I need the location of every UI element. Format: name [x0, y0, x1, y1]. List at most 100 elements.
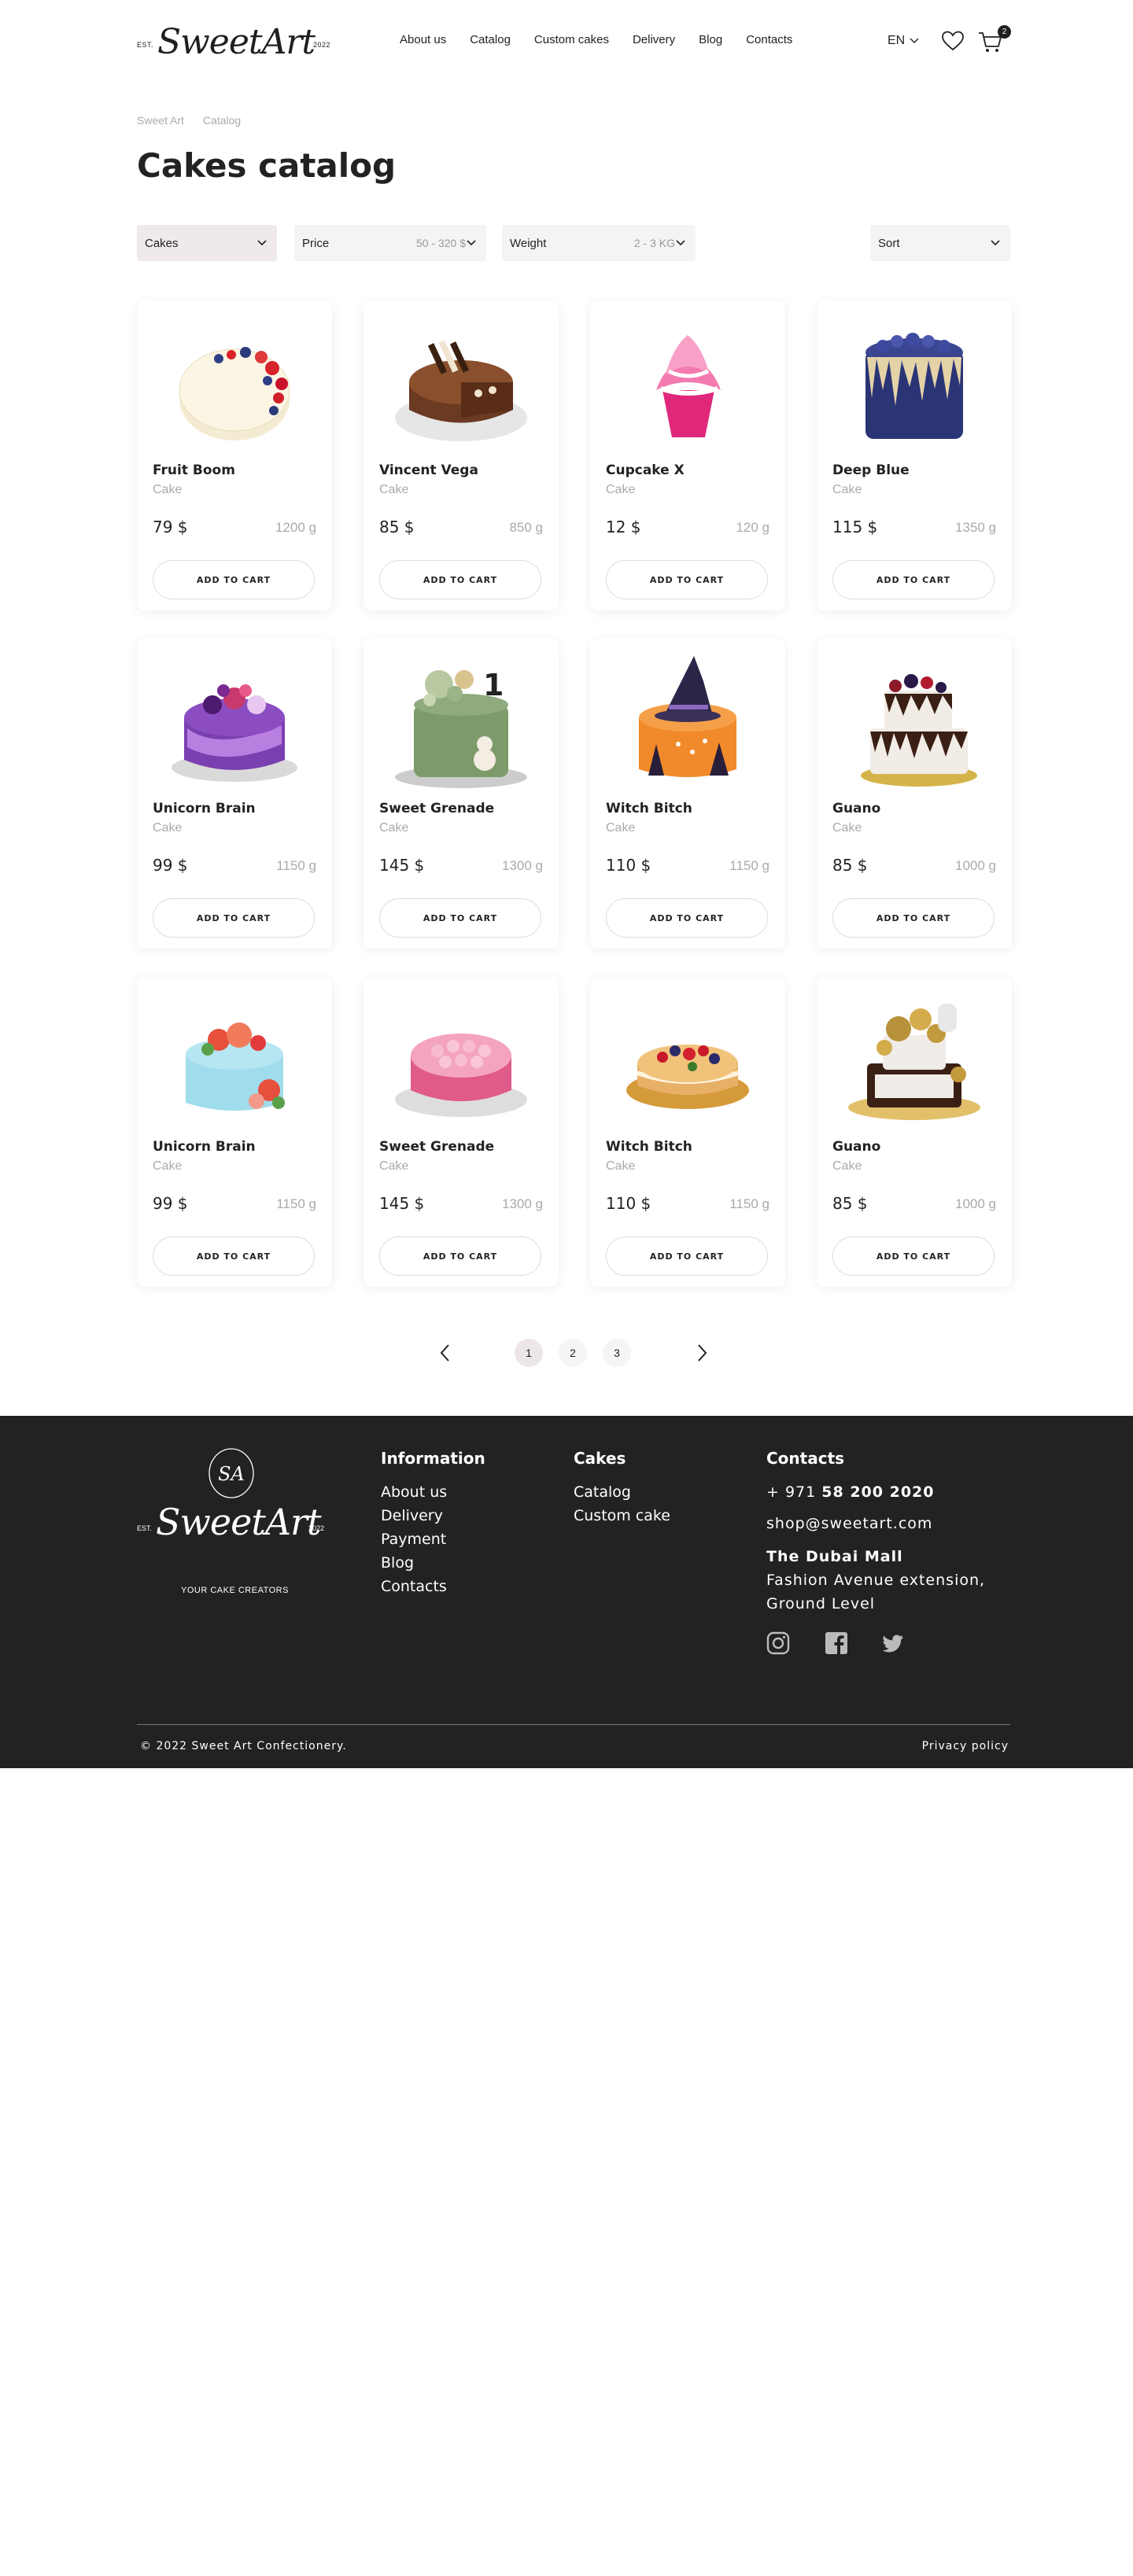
product-name[interactable]: Guano — [832, 1139, 880, 1155]
weight-filter[interactable]: Weight 2 - 3 KG — [502, 225, 696, 261]
add-to-cart-button[interactable]: ADD TO CART — [832, 560, 995, 599]
footer-link-blog[interactable]: Blog — [381, 1554, 414, 1572]
footer-address-line1: Fashion Avenue extension, — [766, 1572, 986, 1589]
product-card[interactable]: Witch Bitch Cake 110 $ 1150 g ADD TO CAR… — [590, 977, 785, 1287]
nav-delivery[interactable]: Delivery — [633, 33, 675, 46]
instagram-icon[interactable] — [766, 1631, 790, 1655]
nav-contacts[interactable]: Contacts — [746, 33, 792, 46]
page-title: Cakes catalog — [137, 146, 397, 185]
product-name[interactable]: Unicorn Brain — [153, 801, 256, 816]
product-card[interactable]: Witch Bitch Cake 110 $ 1150 g ADD TO CAR… — [590, 639, 785, 949]
product-image[interactable] — [843, 988, 985, 1130]
product-image[interactable] — [390, 311, 532, 453]
product-name[interactable]: Cupcake X — [606, 463, 685, 478]
add-to-cart-button[interactable]: ADD TO CART — [606, 560, 768, 599]
product-card[interactable]: Vincent Vega Cake 85 $ 850 g ADD TO CART — [364, 300, 559, 610]
logo[interactable]: EST. SweetArt 2022 — [137, 22, 330, 63]
add-to-cart-button[interactable]: ADD TO CART — [153, 560, 315, 599]
footer-link-delivery[interactable]: Delivery — [381, 1507, 443, 1524]
language-selector[interactable]: EN — [888, 34, 919, 48]
product-name[interactable]: Sweet Grenade — [379, 801, 494, 816]
product-card[interactable]: Cupcake X Cake 12 $ 120 g ADD TO CART — [590, 300, 785, 610]
nav-custom-cakes[interactable]: Custom cakes — [534, 33, 609, 46]
chevron-left-icon[interactable] — [436, 1342, 455, 1364]
product-weight: 1000 g — [955, 858, 996, 873]
footer-phone[interactable]: + 971 58 200 2020 — [766, 1483, 935, 1501]
page-number-1[interactable]: 1 — [515, 1339, 543, 1367]
product-image[interactable] — [164, 311, 305, 453]
product-image[interactable]: 1 — [390, 650, 532, 791]
product-weight: 120 g — [736, 520, 769, 535]
product-name[interactable]: Deep Blue — [832, 463, 910, 478]
product-type: Cake — [153, 1159, 183, 1173]
product-name[interactable]: Guano — [832, 801, 880, 816]
product-name[interactable]: Sweet Grenade — [379, 1139, 494, 1155]
product-card[interactable]: Guano Cake 85 $ 1000 g ADD TO CART — [817, 639, 1012, 949]
add-to-cart-button[interactable]: ADD TO CART — [379, 1236, 541, 1276]
chevron-right-icon[interactable] — [692, 1342, 711, 1364]
footer-place: The Dubai Mall — [766, 1548, 903, 1565]
product-weight: 1300 g — [502, 1196, 543, 1211]
product-type: Cake — [153, 821, 183, 835]
page-number-2[interactable]: 2 — [559, 1339, 587, 1367]
category-filter[interactable]: Cakes — [137, 225, 277, 261]
footer-link-payment[interactable]: Payment — [381, 1531, 446, 1548]
product-card[interactable]: Deep Blue Cake 115 $ 1350 g ADD TO CART — [817, 300, 1012, 610]
add-to-cart-button[interactable]: ADD TO CART — [832, 898, 995, 938]
product-weight: 1150 g — [729, 1196, 769, 1211]
privacy-policy-link[interactable]: Privacy policy — [922, 1740, 1009, 1752]
breadcrumb-catalog[interactable]: Catalog — [203, 114, 241, 127]
add-to-cart-button[interactable]: ADD TO CART — [379, 560, 541, 599]
product-image[interactable] — [164, 988, 305, 1130]
product-image[interactable] — [617, 988, 758, 1130]
product-card[interactable]: 1 Sweet Grenade Cake 145 $ 1300 g ADD TO… — [364, 639, 559, 949]
product-price: 145 $ — [379, 856, 425, 875]
footer-email[interactable]: shop@sweetart.com — [766, 1515, 932, 1532]
product-weight: 1350 g — [955, 520, 996, 535]
product-image[interactable] — [390, 988, 532, 1130]
product-name[interactable]: Witch Bitch — [606, 801, 692, 816]
add-to-cart-button[interactable]: ADD TO CART — [153, 1236, 315, 1276]
footer-link-contacts[interactable]: Contacts — [381, 1578, 447, 1595]
nav-blog[interactable]: Blog — [699, 33, 722, 46]
add-to-cart-button[interactable]: ADD TO CART — [379, 898, 541, 938]
product-weight: 1150 g — [276, 1196, 316, 1211]
product-card[interactable]: Unicorn Brain Cake 99 $ 1150 g ADD TO CA… — [137, 977, 332, 1287]
product-image[interactable] — [843, 650, 985, 791]
product-image[interactable] — [617, 650, 758, 791]
footer-link-custom-cake[interactable]: Custom cake — [574, 1507, 670, 1524]
price-filter[interactable]: Price 50 - 320 $ — [294, 225, 486, 261]
product-name[interactable]: Witch Bitch — [606, 1139, 692, 1155]
footer-logo[interactable]: SA EST. SweetArt 2022 YOUR CAKE CREATORS — [137, 1447, 326, 1595]
svg-text:1: 1 — [483, 668, 504, 702]
product-card[interactable]: Guano Cake 85 $ 1000 g ADD TO CART — [817, 977, 1012, 1287]
product-card[interactable]: Sweet Grenade Cake 145 $ 1300 g ADD TO C… — [364, 977, 559, 1287]
product-card[interactable]: Unicorn Brain Cake 99 $ 1150 g ADD TO CA… — [137, 639, 332, 949]
facebook-icon[interactable] — [825, 1631, 848, 1655]
add-to-cart-button[interactable]: ADD TO CART — [832, 1236, 995, 1276]
price-filter-label: Price — [302, 236, 330, 250]
add-to-cart-button[interactable]: ADD TO CART — [606, 898, 768, 938]
breadcrumb-home[interactable]: Sweet Art — [137, 114, 184, 127]
footer-logo-est: EST. — [137, 1524, 153, 1532]
product-card[interactable]: Fruit Boom Cake 79 $ 1200 g ADD TO CART — [137, 300, 332, 610]
product-name[interactable]: Unicorn Brain — [153, 1139, 256, 1155]
product-image[interactable] — [164, 650, 305, 791]
twitter-icon[interactable] — [881, 1631, 905, 1655]
sort-select[interactable]: Sort — [870, 225, 1010, 261]
logo-brand: SweetArt — [157, 22, 316, 62]
footer-link-about-us[interactable]: About us — [381, 1483, 447, 1501]
product-weight: 1000 g — [955, 1196, 996, 1211]
product-image[interactable] — [617, 311, 758, 453]
page-number-3[interactable]: 3 — [603, 1339, 631, 1367]
add-to-cart-button[interactable]: ADD TO CART — [606, 1236, 768, 1276]
nav-catalog[interactable]: Catalog — [470, 33, 511, 46]
add-to-cart-button[interactable]: ADD TO CART — [153, 898, 315, 938]
product-name[interactable]: Vincent Vega — [379, 463, 478, 478]
product-type: Cake — [606, 483, 636, 496]
nav-about-us[interactable]: About us — [400, 33, 446, 46]
product-name[interactable]: Fruit Boom — [153, 463, 235, 478]
product-image[interactable] — [843, 311, 985, 453]
footer-link-catalog[interactable]: Catalog — [574, 1483, 631, 1501]
heart-icon[interactable] — [941, 30, 965, 52]
